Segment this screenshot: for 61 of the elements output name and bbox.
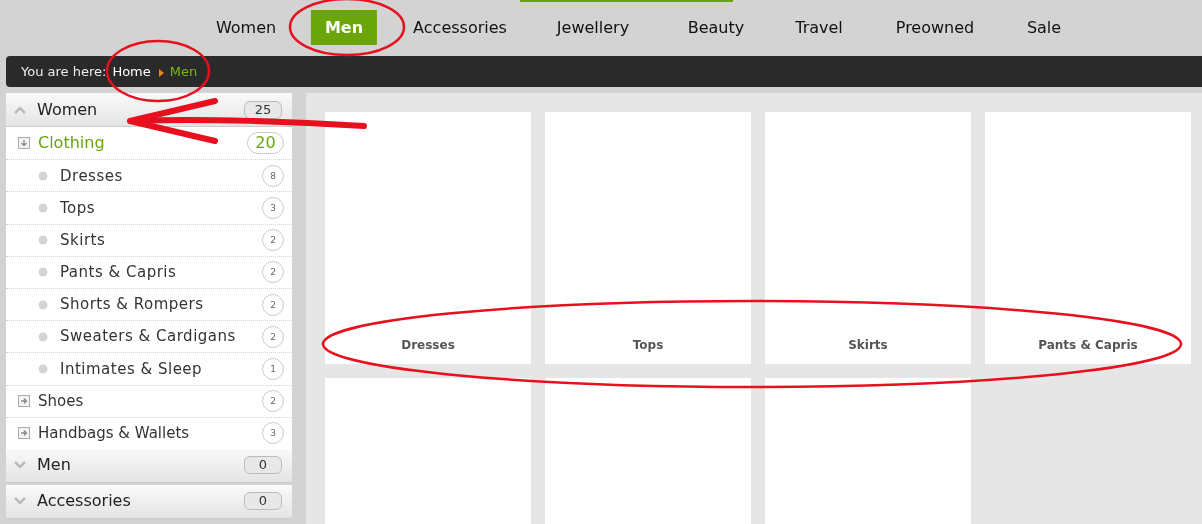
- category-label: Handbags & Wallets: [38, 423, 190, 445]
- bullet-icon[interactable]: [38, 202, 48, 213]
- nav-tab[interactable]: Jewellery: [542, 10, 644, 45]
- subcategory-label: Intimates & Sleep: [60, 358, 203, 380]
- bullet-icon[interactable]: [38, 235, 48, 246]
- expand-box-icon[interactable]: [18, 395, 30, 408]
- tile-label: Tops: [632, 337, 664, 354]
- bullet-icon[interactable]: [38, 331, 48, 342]
- count-badge: 25: [244, 100, 282, 119]
- category-tile[interactable]: Pants & Capris: [985, 112, 1191, 364]
- nav-tab[interactable]: Women: [201, 10, 291, 45]
- category-label: Clothing: [38, 132, 105, 155]
- category-row[interactable]: Shoes 2: [6, 384, 292, 417]
- breadcrumb-link[interactable]: Home: [112, 61, 151, 82]
- chevron-up-icon[interactable]: [14, 105, 26, 114]
- sidebar-section-header[interactable]: Accessories 0: [6, 484, 292, 519]
- category-tile[interactable]: Tops: [545, 112, 751, 364]
- subcategory-label: Tops: [60, 197, 96, 219]
- section-label: Women: [37, 98, 98, 121]
- category-tile[interactable]: [545, 378, 751, 524]
- section-label: Men: [37, 454, 71, 477]
- subcategory-label: Sweaters & Cardigans: [60, 326, 236, 348]
- subcategory-label: Skirts: [60, 229, 106, 251]
- breadcrumb-label: You are here:: [21, 62, 107, 81]
- subcategory-label: Shorts & Rompers: [60, 294, 204, 316]
- subcategory-row[interactable]: Tops 3: [6, 191, 292, 224]
- tile-label: Skirts: [848, 337, 888, 354]
- chevron-down-icon[interactable]: [14, 497, 26, 506]
- count-badge: 0: [244, 492, 282, 511]
- subcategory-row[interactable]: Sweaters & Cardigans 2: [6, 320, 292, 353]
- category-label: Shoes: [38, 390, 84, 412]
- category-row[interactable]: Handbags & Wallets 3: [6, 416, 292, 449]
- separator-icon: [158, 69, 164, 77]
- subcategory-row[interactable]: Dresses 8: [6, 159, 292, 192]
- subcategory-row[interactable]: Shorts & Rompers 2: [6, 287, 292, 321]
- nav-tab[interactable]: Sale: [1012, 10, 1076, 45]
- bullet-icon[interactable]: [38, 170, 48, 181]
- bullet-icon[interactable]: [38, 267, 48, 278]
- category-tile[interactable]: Dresses: [325, 112, 531, 364]
- expand-box-icon[interactable]: [18, 427, 30, 440]
- tile-label: Pants & Capris: [1038, 337, 1138, 354]
- collapse-box-icon[interactable]: [18, 137, 30, 150]
- sidebar-section-header[interactable]: Men 0: [6, 448, 292, 483]
- subcategory-row[interactable]: Pants & Capris 2: [6, 255, 292, 288]
- tile-label: Dresses: [401, 337, 455, 354]
- subcategory-row[interactable]: Intimates & Sleep 1: [6, 352, 292, 385]
- subcategory-label: Dresses: [60, 165, 123, 187]
- category-tile[interactable]: Skirts: [765, 112, 971, 364]
- subcategory-label: Pants & Capris: [60, 262, 177, 284]
- count-badge: 0: [244, 456, 282, 475]
- bullet-icon[interactable]: [38, 363, 48, 374]
- nav-tab[interactable]: Accessories: [399, 10, 521, 45]
- category-tile[interactable]: [325, 378, 531, 524]
- section-label: Accessories: [37, 490, 131, 513]
- chevron-down-icon[interactable]: [14, 461, 26, 470]
- category-tile[interactable]: [765, 378, 971, 524]
- nav-tab[interactable]: Travel: [781, 10, 857, 45]
- bullet-icon[interactable]: [38, 299, 48, 310]
- subcategory-row[interactable]: Skirts 2: [6, 223, 292, 256]
- nav-tab[interactable]: Beauty: [673, 10, 759, 45]
- nav-tab[interactable]: Preowned: [881, 10, 989, 45]
